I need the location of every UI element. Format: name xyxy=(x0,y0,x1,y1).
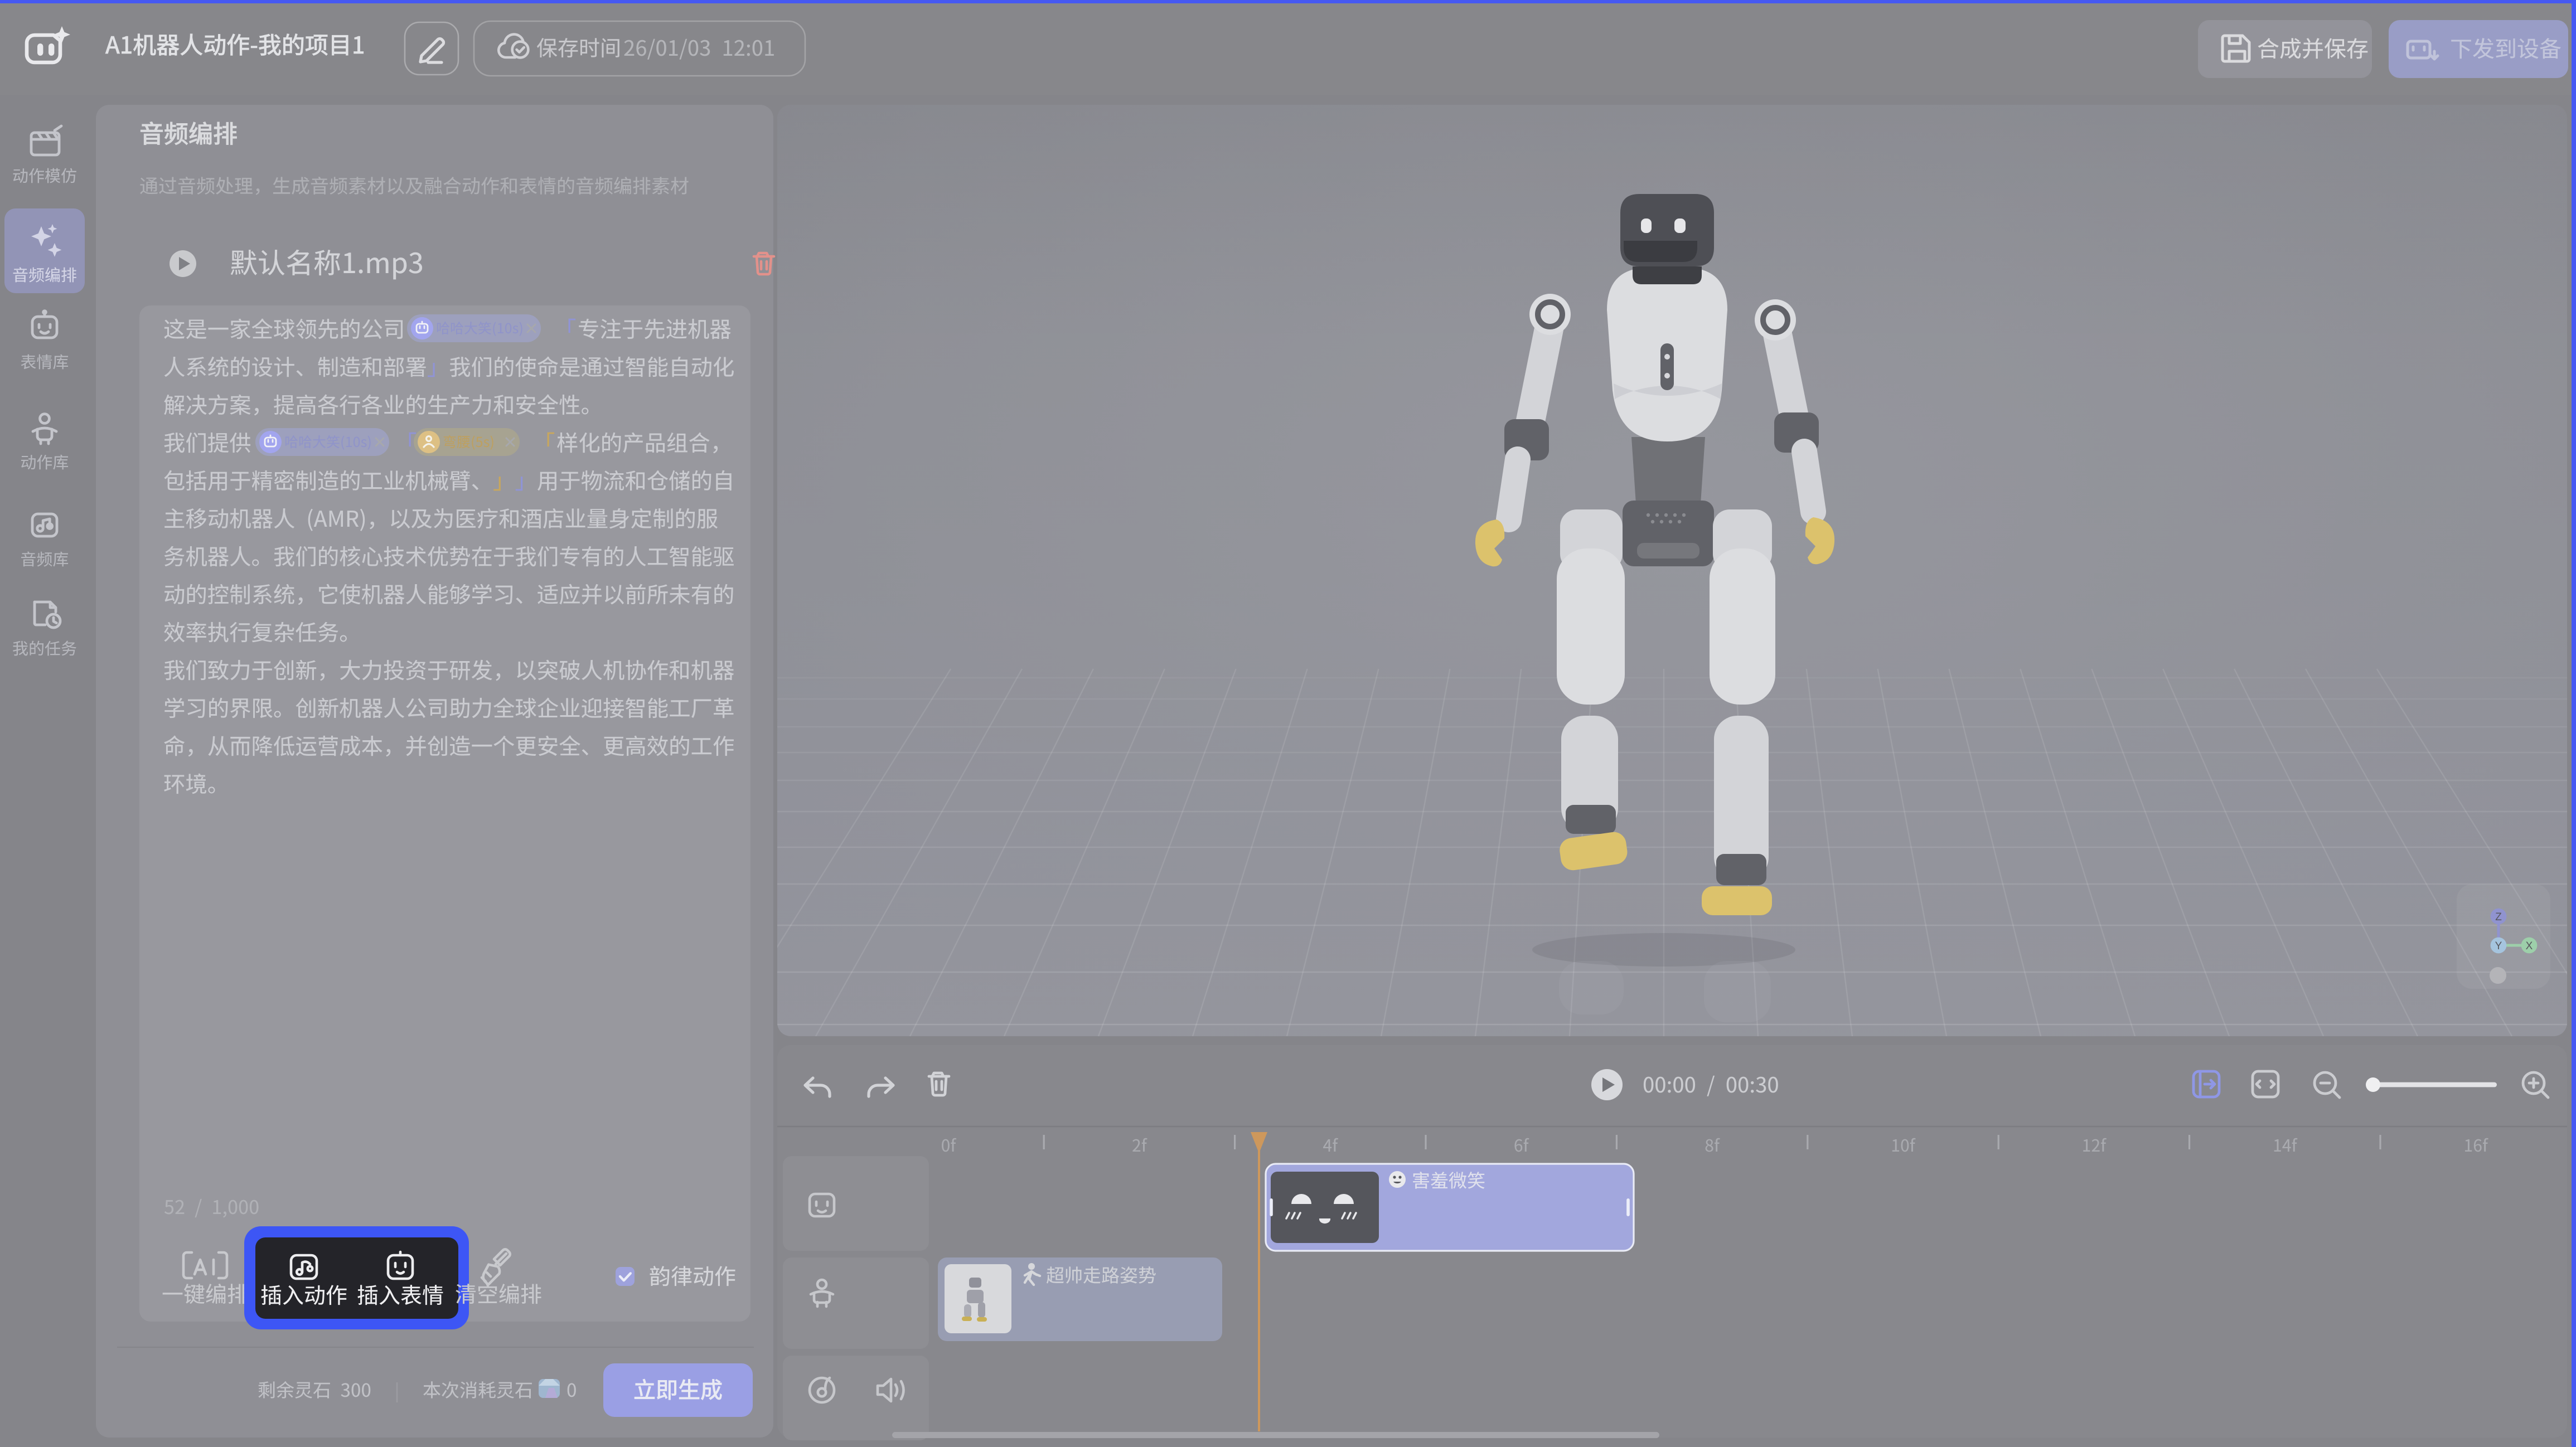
svg-text:Z: Z xyxy=(2495,911,2502,923)
svg-text:X: X xyxy=(2526,940,2533,952)
svg-text:Y: Y xyxy=(2495,940,2502,952)
